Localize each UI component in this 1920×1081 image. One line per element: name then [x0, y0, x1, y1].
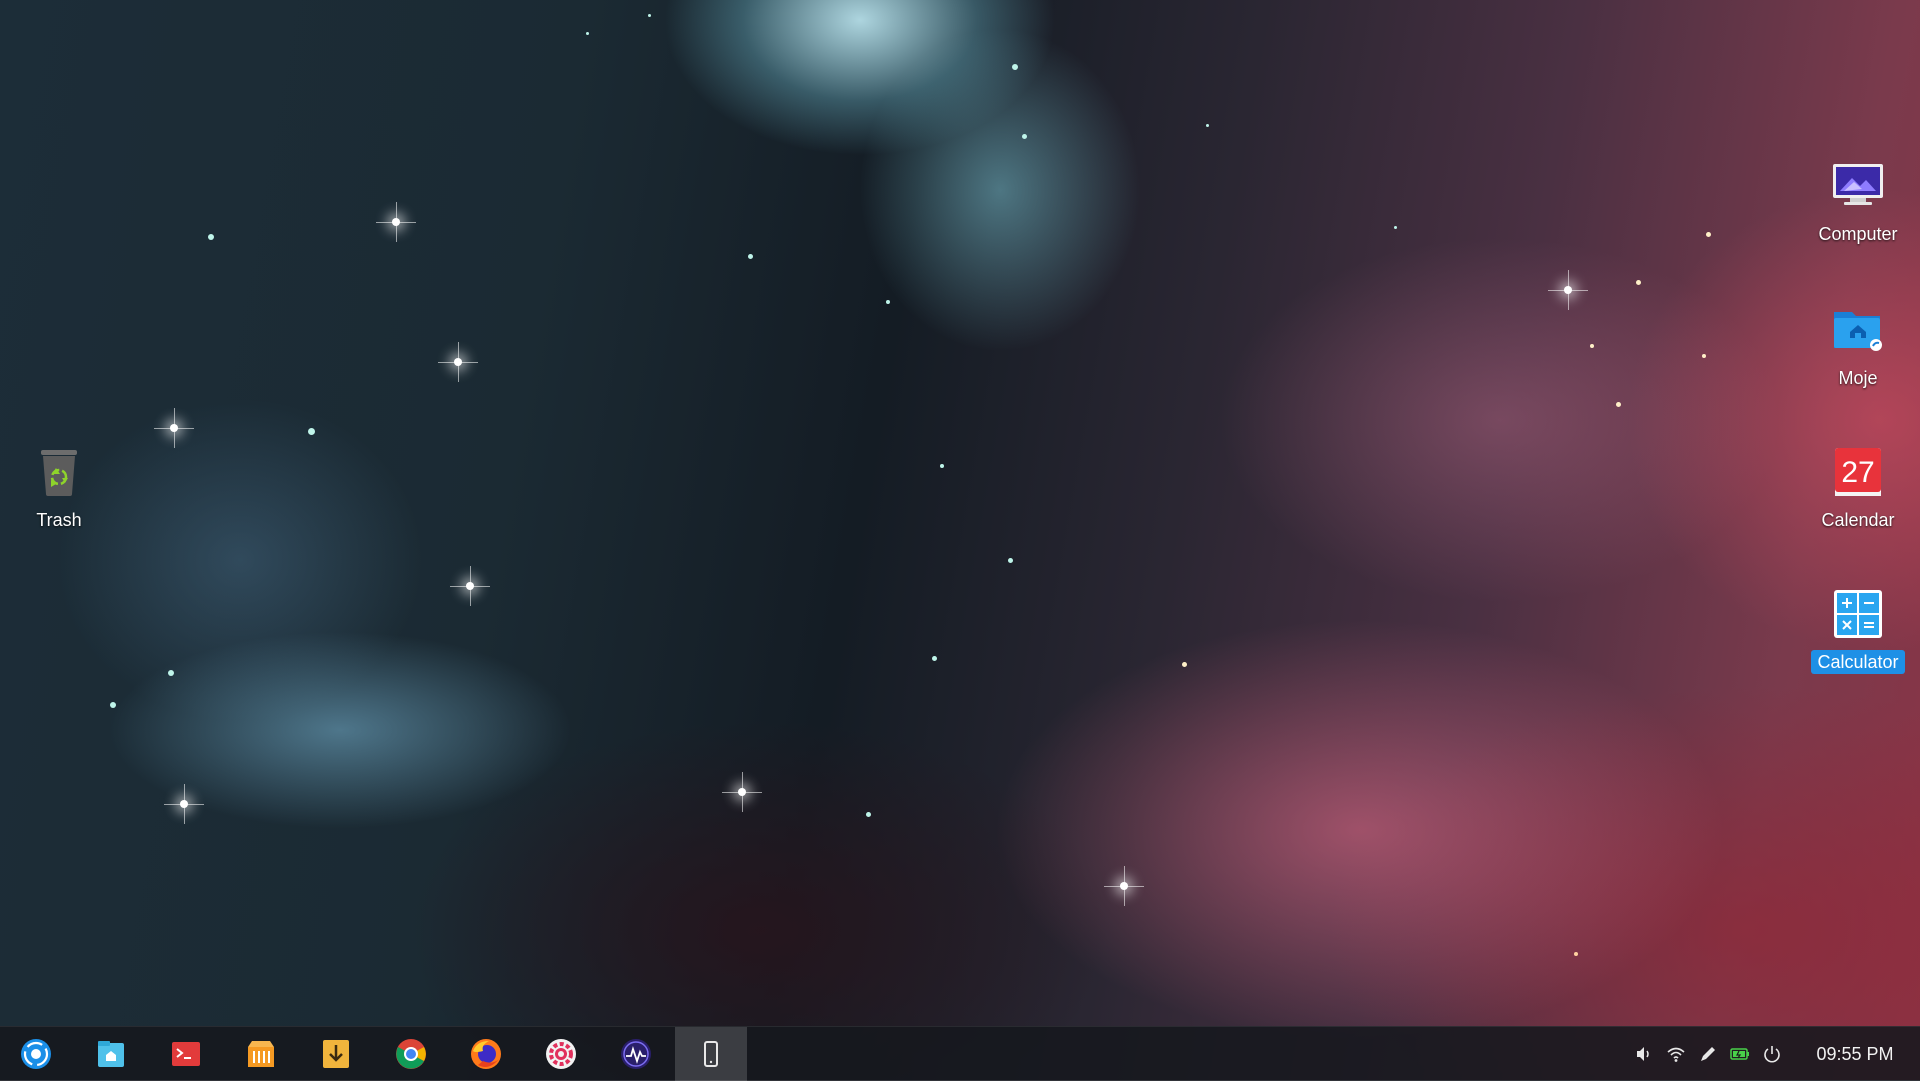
star: [932, 656, 937, 661]
star: [866, 812, 871, 817]
trash-desktop-icon[interactable]: Trash: [7, 444, 111, 532]
star-flare: [438, 342, 478, 382]
trash-icon: [31, 444, 87, 500]
star: [208, 234, 214, 240]
star-flare: [376, 202, 416, 242]
downloader-button[interactable]: [300, 1027, 372, 1081]
star: [648, 14, 651, 17]
trash-label: Trash: [36, 510, 82, 530]
star: [1706, 232, 1711, 237]
phone-icon: [694, 1037, 728, 1071]
star-flare: [164, 784, 204, 824]
star: [168, 670, 174, 676]
file-manager-button[interactable]: [75, 1027, 147, 1081]
calendar-icon: 27: [1830, 444, 1886, 500]
star-flare: [154, 408, 194, 448]
wifi-icon[interactable]: [1666, 1044, 1686, 1064]
battery-icon[interactable]: [1730, 1044, 1750, 1064]
terminal-button[interactable]: [150, 1027, 222, 1081]
desktop-wallpaper: Trash Computer Moje 27 Calendar Calculat…: [0, 0, 1920, 1080]
file-manager-icon: [94, 1037, 128, 1071]
star: [1394, 226, 1397, 229]
star: [1182, 662, 1187, 667]
calculator-icon: [1830, 586, 1886, 642]
moje-label: Moje: [1838, 368, 1878, 388]
star-flare: [1548, 270, 1588, 310]
star: [1590, 344, 1594, 348]
star: [1636, 280, 1641, 285]
app-store-button[interactable]: [225, 1027, 297, 1081]
launcher-button[interactable]: [0, 1027, 72, 1081]
star: [586, 32, 589, 35]
settings-icon: [544, 1037, 578, 1071]
star: [886, 300, 890, 304]
star: [1012, 64, 1018, 70]
moje-desktop-icon[interactable]: Moje: [1806, 302, 1910, 390]
clock[interactable]: 09:55 PM: [1800, 1027, 1910, 1081]
calculator-desktop-icon[interactable]: Calculator: [1806, 586, 1910, 674]
firefox-button[interactable]: [450, 1027, 522, 1081]
calendar-day: 27: [1841, 456, 1874, 489]
system-monitor-icon: [619, 1037, 653, 1071]
power-icon[interactable]: [1762, 1044, 1782, 1064]
calendar-label: Calendar: [1821, 510, 1895, 530]
home-folder-icon: [1830, 302, 1886, 358]
star: [1702, 354, 1706, 358]
star: [1022, 134, 1027, 139]
system-tray: [1628, 1027, 1788, 1081]
star: [1206, 124, 1209, 127]
star: [940, 464, 944, 468]
app-store-icon: [244, 1037, 278, 1071]
chrome-icon: [394, 1037, 428, 1071]
star: [1574, 952, 1578, 956]
settings-button[interactable]: [525, 1027, 597, 1081]
volume-icon[interactable]: [1634, 1044, 1654, 1064]
star-flare: [1104, 866, 1144, 906]
phone-assistant-button[interactable]: [675, 1027, 747, 1081]
terminal-icon: [169, 1037, 203, 1071]
star: [1616, 402, 1621, 407]
star: [110, 702, 116, 708]
launcher-icon: [19, 1037, 53, 1071]
chrome-button[interactable]: [375, 1027, 447, 1081]
computer-icon: [1830, 158, 1886, 214]
calendar-desktop-icon[interactable]: 27 Calendar: [1806, 444, 1910, 532]
star: [1008, 558, 1013, 563]
system-monitor-button[interactable]: [600, 1027, 672, 1081]
star: [748, 254, 753, 259]
calculator-label: Calculator: [1811, 650, 1905, 674]
star: [308, 428, 315, 435]
star-flare: [722, 772, 762, 812]
star-flare: [450, 566, 490, 606]
taskbar: 09:55 PM: [0, 1026, 1920, 1081]
computer-desktop-icon[interactable]: Computer: [1806, 158, 1910, 246]
computer-label: Computer: [1818, 224, 1898, 244]
download-icon: [319, 1037, 353, 1071]
pen-icon[interactable]: [1698, 1044, 1718, 1064]
firefox-icon: [469, 1037, 503, 1071]
